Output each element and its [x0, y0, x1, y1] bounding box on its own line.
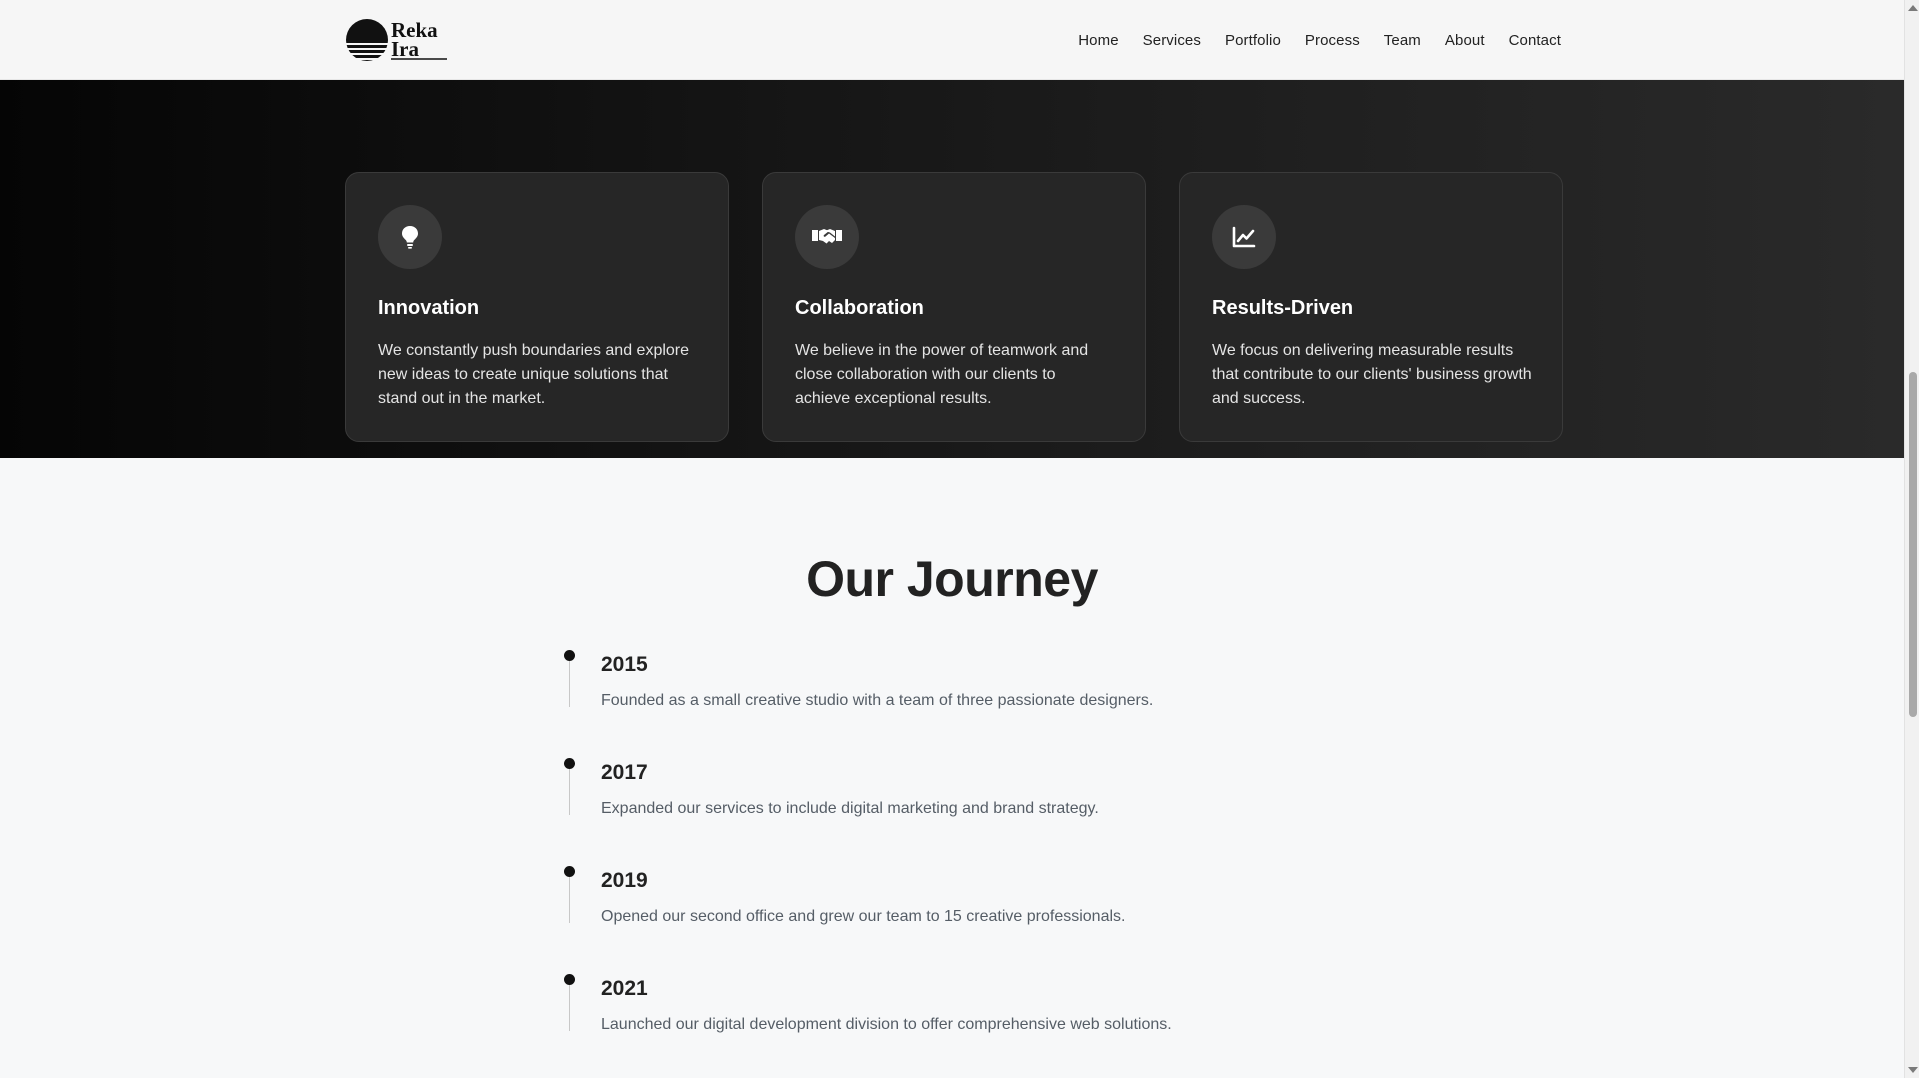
chart-line-icon	[1212, 205, 1276, 269]
logo[interactable]: Reka Ira	[345, 16, 450, 64]
journey-title: Our Journey	[806, 551, 1098, 607]
value-card-title: Collaboration	[795, 297, 924, 319]
logo-text-line2: Ira	[391, 37, 419, 61]
value-card-text: We believe in the power of teamwork and …	[795, 342, 1089, 407]
value-card-title: Results-Driven	[1212, 297, 1354, 319]
timeline-line	[569, 769, 570, 815]
handshake-icon	[795, 205, 859, 269]
timeline-item: 2019 Opened our second office and grew o…	[560, 866, 1360, 946]
main-nav: Home Services Portfolio Process Team Abo…	[1078, 0, 1561, 80]
timeline-dot	[564, 866, 575, 877]
timeline-dot	[564, 758, 575, 769]
timeline-line	[569, 661, 570, 707]
scroll-thumb[interactable]	[1909, 372, 1917, 717]
timeline-line	[569, 985, 570, 1031]
timeline-item: 2017 Expanded our services to include di…	[560, 758, 1360, 838]
nav-contact[interactable]: Contact	[1509, 32, 1561, 49]
timeline-description: Opened our second office and grew our te…	[601, 908, 1126, 925]
nav-team[interactable]: Team	[1384, 32, 1421, 49]
nav-home[interactable]: Home	[1078, 32, 1118, 49]
values-section: Innovation We constantly push boundaries…	[0, 80, 1904, 458]
timeline-year: 2019	[601, 869, 648, 892]
timeline-item: 2015 Founded as a small creative studio …	[560, 650, 1360, 730]
site-header: Reka Ira Home Services Portfolio Process…	[0, 0, 1904, 80]
timeline-description: Founded as a small creative studio with …	[601, 692, 1154, 709]
timeline-description: Expanded our services to include digital…	[601, 800, 1099, 817]
journey-section: Our Journey 2015 Founded as a small crea…	[0, 458, 1904, 1078]
timeline-year: 2021	[601, 977, 648, 1000]
scroll-up-icon[interactable]	[1908, 5, 1918, 11]
value-card-innovation: Innovation We constantly push boundaries…	[345, 172, 729, 442]
nav-about[interactable]: About	[1445, 32, 1485, 49]
timeline-dot	[564, 650, 575, 661]
timeline-line	[569, 877, 570, 923]
value-card-collaboration: Collaboration We believe in the power of…	[762, 172, 1146, 442]
nav-services[interactable]: Services	[1143, 32, 1201, 49]
page-scrollbar[interactable]	[1904, 0, 1919, 1078]
value-card-text: We constantly push boundaries and explor…	[378, 342, 690, 407]
value-card-title: Innovation	[378, 297, 480, 319]
value-card-results: Results-Driven We focus on delivering me…	[1179, 172, 1563, 442]
timeline-year: 2017	[601, 761, 648, 784]
timeline-description: Launched our digital development divisio…	[601, 1016, 1172, 1033]
lightbulb-icon	[378, 205, 442, 269]
timeline-dot	[564, 974, 575, 985]
timeline-item: 2021 Launched our digital development di…	[560, 974, 1360, 1054]
value-card-text: We focus on delivering measurable result…	[1212, 342, 1532, 407]
timeline-year: 2015	[601, 653, 648, 676]
nav-process[interactable]: Process	[1305, 32, 1360, 49]
nav-portfolio[interactable]: Portfolio	[1225, 32, 1281, 49]
scroll-down-icon[interactable]	[1908, 1067, 1918, 1073]
